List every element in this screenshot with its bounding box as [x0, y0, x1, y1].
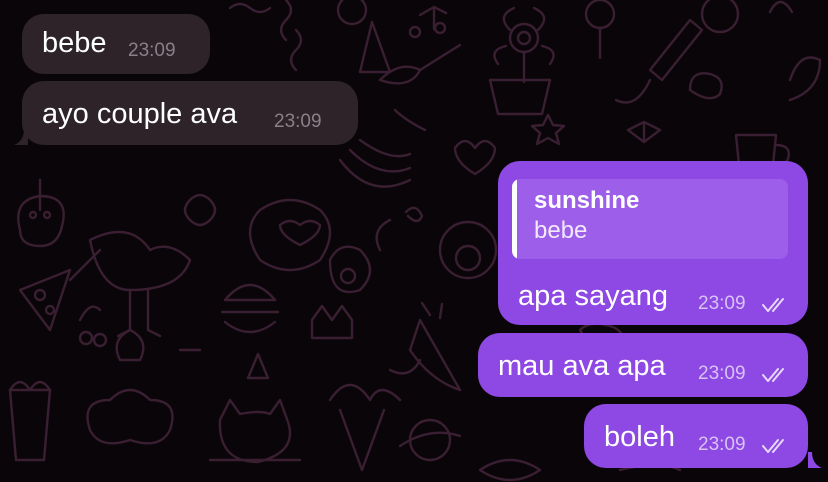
- message-text: bebe: [42, 27, 107, 59]
- message-text: boleh: [604, 421, 675, 453]
- bubble-tail: [808, 452, 822, 468]
- message-text: ayo couple ava: [42, 98, 238, 130]
- message-time: 23:09: [128, 40, 176, 61]
- bubble-tail: [14, 129, 28, 145]
- incoming-message[interactable]: ayo couple ava 23:09: [22, 81, 358, 145]
- reply-bar: [512, 179, 517, 259]
- message-time: 23:09: [698, 293, 746, 314]
- message-time: 23:09: [698, 434, 746, 455]
- reply-author: sunshine: [534, 187, 640, 214]
- reply-quoted-text: bebe: [534, 217, 588, 244]
- message-time: 23:09: [698, 363, 746, 384]
- outgoing-message-with-reply[interactable]: sunshine bebe apa sayang 23:09: [498, 161, 808, 325]
- double-check-icon: [762, 368, 784, 382]
- message-text: apa sayang: [518, 280, 668, 312]
- outgoing-message[interactable]: mau ava apa 23:09: [478, 333, 808, 397]
- double-check-icon: [762, 298, 784, 312]
- reply-preview[interactable]: sunshine bebe: [512, 179, 788, 259]
- chat-view: bebe 23:09 ayo couple ava 23:09 sunshine…: [0, 0, 828, 482]
- outgoing-message[interactable]: boleh 23:09: [584, 404, 808, 468]
- message-time: 23:09: [274, 111, 322, 132]
- double-check-icon: [762, 439, 784, 453]
- message-text: mau ava apa: [498, 350, 666, 382]
- incoming-message[interactable]: bebe 23:09: [22, 14, 210, 74]
